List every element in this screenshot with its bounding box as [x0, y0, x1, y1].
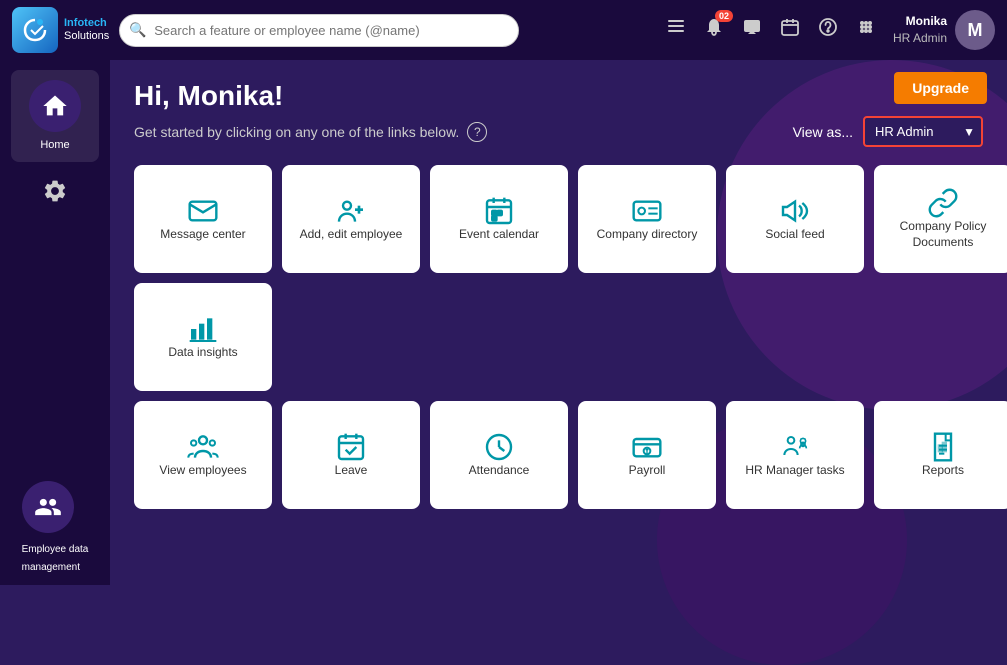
sidebar: Home Employee datamanagement: [0, 60, 110, 585]
reports-doc-icon: [927, 431, 959, 463]
tile-label-company-directory: Company directory: [591, 227, 704, 243]
tiles-row-1: Message center Add, edit employee: [134, 165, 983, 273]
payroll-card-icon: [631, 431, 663, 463]
list-icon[interactable]: [665, 16, 687, 44]
tiles-row-3: View employees Leave: [134, 401, 983, 509]
megaphone-icon: [779, 195, 811, 227]
header-icons: 02: [665, 16, 877, 44]
settings-icon: [42, 178, 68, 204]
tile-label-add-edit: Add, edit employee: [294, 227, 409, 243]
logo-icon: [12, 7, 58, 53]
tile-message-center[interactable]: Message center: [134, 165, 272, 273]
tile-label-event-calendar: Event calendar: [453, 227, 545, 243]
tile-payroll[interactable]: Payroll: [578, 401, 716, 509]
header: Infotech Solutions 🔍 02: [0, 0, 1007, 60]
user-info: Monika HR Admin M: [893, 10, 995, 50]
tile-attendance[interactable]: Attendance: [430, 401, 568, 509]
sidebar-home-label: Home: [40, 138, 69, 152]
avatar[interactable]: M: [955, 10, 995, 50]
link-icon: [927, 187, 959, 219]
tile-add-edit-employee[interactable]: Add, edit employee: [282, 165, 420, 273]
help-icon[interactable]: [817, 16, 839, 44]
notifications-icon[interactable]: 02: [703, 16, 725, 44]
search-bar[interactable]: 🔍: [119, 14, 519, 47]
tile-view-employees[interactable]: View employees: [134, 401, 272, 509]
tile-company-policy[interactable]: Company Policy Documents: [874, 165, 1007, 273]
help-circle-icon[interactable]: ?: [467, 122, 487, 142]
search-icon: 🔍: [129, 22, 146, 39]
apps-icon[interactable]: [855, 16, 877, 44]
employee-data-icon: [34, 493, 62, 521]
tiles-row-2: Data insights: [134, 283, 983, 391]
tile-label-hr-manager-tasks: HR Manager tasks: [739, 463, 850, 479]
sidebar-item-employee-data[interactable]: Employee datamanagement: [22, 481, 89, 585]
logo: Infotech Solutions: [12, 7, 109, 53]
content-area: Hi, Monika! Get started by clicking on a…: [110, 60, 1007, 585]
upgrade-button[interactable]: Upgrade: [894, 72, 987, 104]
tile-label-reports: Reports: [916, 463, 970, 479]
gear-people-icon: [779, 431, 811, 463]
clock-icon: [483, 431, 515, 463]
notification-badge: 02: [715, 10, 733, 22]
subtitle-text: Get started by clicking on any one of th…: [134, 124, 459, 140]
tile-label-payroll: Payroll: [623, 463, 672, 479]
tile-label-message-center: Message center: [154, 227, 251, 243]
tile-label-social-feed: Social feed: [759, 227, 830, 243]
tile-hr-manager-tasks[interactable]: HR Manager tasks: [726, 401, 864, 509]
tile-label-leave: Leave: [329, 463, 374, 479]
tile-leave[interactable]: Leave: [282, 401, 420, 509]
chat-icon[interactable]: [741, 16, 763, 44]
bar-chart-icon: [187, 313, 219, 345]
user-text: Monika HR Admin: [893, 13, 947, 47]
people-group-icon: [187, 431, 219, 463]
tile-label-view-employees: View employees: [153, 463, 252, 479]
view-as-label: View as...: [793, 124, 853, 140]
people-add-icon: [335, 195, 367, 227]
home-icon: [41, 92, 69, 120]
leave-calendar-icon: [335, 431, 367, 463]
view-as-select-wrapper[interactable]: HR Admin Employee Manager ▼: [863, 116, 983, 147]
subtitle-row: Get started by clicking on any one of th…: [134, 116, 983, 147]
sidebar-item-home[interactable]: Home: [11, 70, 99, 162]
sidebar-item-settings[interactable]: [34, 170, 76, 217]
calendar-icon[interactable]: [779, 16, 801, 44]
calendar-tile-icon: [483, 195, 515, 227]
tile-label-company-policy: Company Policy Documents: [874, 219, 1007, 250]
main-layout: Home Employee datamanagement Hi, Monika!…: [0, 60, 1007, 585]
tile-event-calendar[interactable]: Event calendar: [430, 165, 568, 273]
tile-company-directory[interactable]: Company directory: [578, 165, 716, 273]
tile-reports[interactable]: Reports: [874, 401, 1007, 509]
contact-card-icon: [631, 195, 663, 227]
top-right-controls: Upgrade: [894, 72, 987, 104]
tile-label-attendance: Attendance: [463, 463, 536, 479]
view-as-select[interactable]: HR Admin Employee Manager: [863, 116, 983, 147]
greeting-title: Hi, Monika!: [134, 80, 983, 112]
logo-text: Infotech Solutions: [64, 17, 109, 43]
tile-label-data-insights: Data insights: [162, 345, 243, 361]
employee-data-icon-circle: [22, 481, 74, 533]
search-input[interactable]: [119, 14, 519, 47]
envelope-icon: [187, 195, 219, 227]
sidebar-employee-label: Employee datamanagement: [22, 544, 89, 573]
tile-data-insights[interactable]: Data insights: [134, 283, 272, 391]
tile-social-feed[interactable]: Social feed: [726, 165, 864, 273]
home-icon-circle: [29, 80, 81, 132]
